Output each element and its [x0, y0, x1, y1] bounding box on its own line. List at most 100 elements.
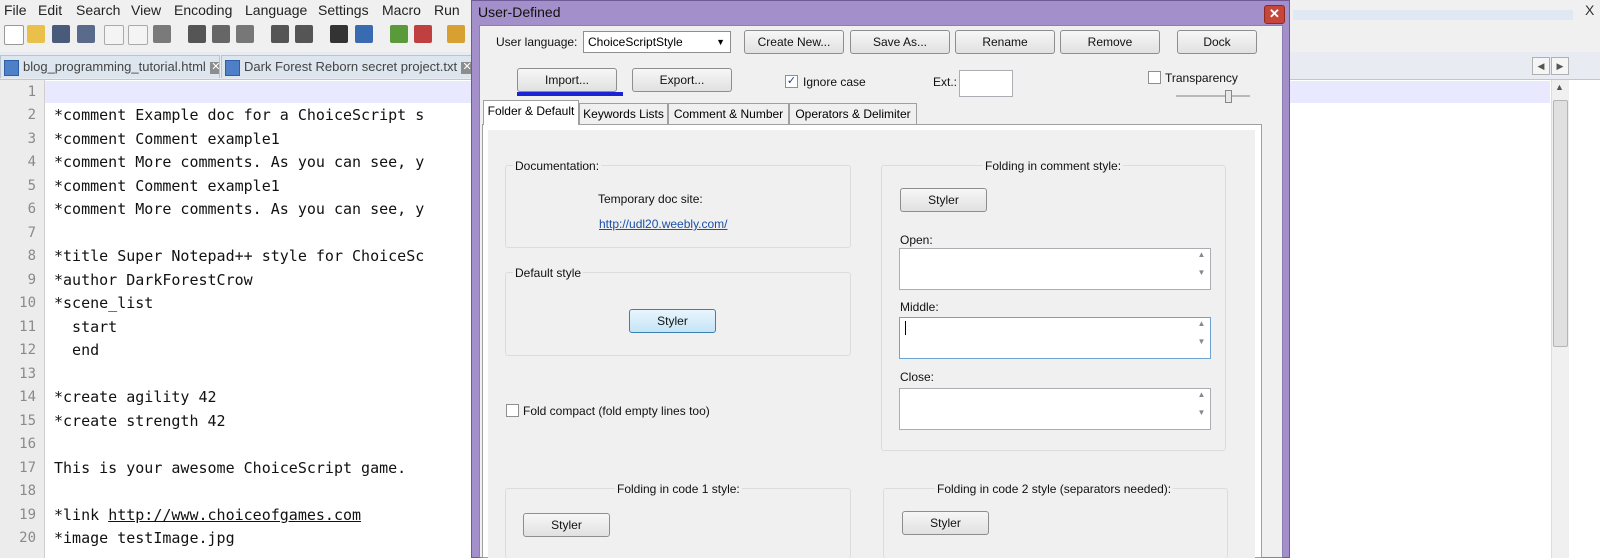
zoom-out-icon[interactable] [414, 25, 432, 43]
tab-scroll-left-icon[interactable]: ◀ [1532, 57, 1550, 75]
file-tab[interactable]: Dark Forest Reborn secret project.txt ✕ [221, 55, 473, 78]
menu-run[interactable]: Run [434, 2, 460, 18]
line-number: 1 [27, 84, 36, 100]
create-new-button[interactable]: Create New... [744, 30, 844, 54]
rename-button[interactable]: Rename [955, 30, 1055, 54]
copy-icon[interactable] [212, 25, 230, 43]
cut-icon[interactable] [188, 25, 206, 43]
folding-code1-heading: Folding in code 1 style: [615, 482, 742, 496]
line-number: 20 [19, 530, 36, 546]
scrollbar-thumb[interactable] [1553, 100, 1568, 347]
default-styler-button[interactable]: Styler [629, 309, 716, 333]
middle-label: Middle: [900, 300, 939, 314]
code-line: *create strength 42 [54, 412, 226, 430]
open-input[interactable]: ▲ ▼ [899, 248, 1211, 290]
open-label: Open: [900, 233, 933, 247]
fold-compact-checkbox[interactable] [506, 404, 519, 417]
code-link[interactable]: http://www.choiceofgames.com [108, 506, 361, 524]
menu-settings[interactable]: Settings [318, 2, 369, 18]
middle-input[interactable]: ▲ ▼ [899, 317, 1211, 359]
middle-input-scrollbar[interactable]: ▲ ▼ [1194, 319, 1209, 357]
menu-search[interactable]: Search [76, 2, 120, 18]
file-tab[interactable]: blog_programming_tutorial.html ✕ [0, 55, 220, 78]
import-button[interactable]: Import... [517, 68, 617, 92]
save-all-icon[interactable] [77, 25, 95, 43]
line-number: 19 [19, 507, 36, 523]
tab-comment-number[interactable]: Comment & Number [668, 103, 789, 124]
line-number: 17 [19, 460, 36, 476]
find-icon[interactable] [330, 25, 348, 43]
line-number: 3 [27, 131, 36, 147]
export-button[interactable]: Export... [632, 68, 732, 92]
chevron-down-icon: ▼ [716, 37, 725, 47]
print-icon[interactable] [153, 25, 171, 43]
file-tab-label: blog_programming_tutorial.html [23, 59, 206, 74]
default-style-heading: Default style [513, 266, 584, 280]
code-line: *comment Example doc for a ChoiceScript … [54, 106, 425, 124]
user-language-value: ChoiceScriptStyle [588, 35, 683, 49]
line-number: 4 [27, 154, 36, 170]
menu-language[interactable]: Language [245, 2, 307, 18]
close-label: Close: [900, 370, 935, 384]
transparency-checkbox[interactable] [1148, 71, 1161, 84]
line-number: 14 [19, 389, 36, 405]
tab-scroll-right-icon[interactable]: ▶ [1551, 57, 1569, 75]
tab-folder-default[interactable]: Folder & Default [483, 100, 579, 125]
zoom-in-icon[interactable] [390, 25, 408, 43]
comment-styler-button[interactable]: Styler [900, 188, 987, 212]
close-app-icon[interactable]: X [1585, 2, 1594, 18]
menu-encoding[interactable]: Encoding [174, 2, 232, 18]
folding-code2-heading: Folding in code 2 style (separators need… [935, 482, 1174, 496]
line-number: 16 [19, 436, 36, 452]
tab-keywords-lists[interactable]: Keywords Lists [579, 103, 668, 124]
user-language-label: User language: [496, 35, 578, 49]
file-save-state-icon [4, 59, 19, 76]
ignore-case-label: Ignore case [803, 75, 866, 89]
menu-file[interactable]: File [4, 2, 27, 18]
close-all-icon[interactable] [128, 25, 148, 45]
scroll-up-icon[interactable]: ▲ [1555, 82, 1564, 92]
line-number: 11 [19, 319, 36, 335]
undo-icon[interactable] [271, 25, 289, 43]
code-line: *title Super Notepad++ style for ChoiceS… [54, 247, 425, 265]
close-input-scrollbar[interactable]: ▲ ▼ [1194, 390, 1209, 428]
close-input[interactable]: ▲ ▼ [899, 388, 1211, 430]
transparency-slider-thumb[interactable] [1225, 90, 1232, 103]
code-line: *image testImage.jpg [54, 529, 235, 547]
code-line: *scene_list [54, 294, 154, 312]
doc-site-link[interactable]: http://udl20.weebly.com/ [599, 217, 728, 231]
close-dialog-button[interactable]: ✕ [1264, 5, 1285, 24]
dock-button[interactable]: Dock [1177, 30, 1257, 54]
ext-input[interactable] [959, 70, 1013, 97]
line-number: 13 [19, 366, 36, 382]
open-folder-icon[interactable] [27, 25, 45, 43]
user-language-select[interactable]: ChoiceScriptStyle ▼ [583, 31, 731, 53]
close-tab-icon[interactable]: ✕ [209, 61, 219, 74]
open-input-scrollbar[interactable]: ▲ ▼ [1194, 250, 1209, 288]
save-as-button[interactable]: Save As... [850, 30, 950, 54]
paste-icon[interactable] [236, 25, 254, 43]
code-line: *author DarkForestCrow [54, 271, 253, 289]
menu-edit[interactable]: Edit [38, 2, 62, 18]
remove-button[interactable]: Remove [1060, 30, 1160, 54]
redo-icon[interactable] [295, 25, 313, 43]
ext-label: Ext.: [933, 75, 958, 89]
sync-icon[interactable] [447, 25, 465, 43]
line-number: 10 [19, 295, 36, 311]
new-file-icon[interactable] [4, 25, 24, 45]
code2-styler-button[interactable]: Styler [902, 511, 989, 535]
code1-styler-button[interactable]: Styler [523, 513, 610, 537]
menu-view[interactable]: View [131, 2, 161, 18]
ignore-case-checkbox[interactable]: ✓ [785, 75, 798, 88]
menu-macro[interactable]: Macro [382, 2, 421, 18]
tab-operators-delimiter[interactable]: Operators & Delimiter [789, 103, 917, 124]
line-number-gutter: 1 2 3 4 5 6 7 8 9 10 11 12 13 14 15 16 1… [0, 80, 45, 558]
code-line: *comment Comment example1 [54, 130, 280, 148]
code-line: *comment Comment example1 [54, 177, 280, 195]
background-strip [1293, 10, 1573, 20]
folding-comment-heading: Folding in comment style: [983, 159, 1124, 173]
save-icon[interactable] [52, 25, 70, 43]
line-number: 15 [19, 413, 36, 429]
close-icon[interactable] [104, 25, 124, 45]
replace-icon[interactable] [355, 25, 373, 43]
